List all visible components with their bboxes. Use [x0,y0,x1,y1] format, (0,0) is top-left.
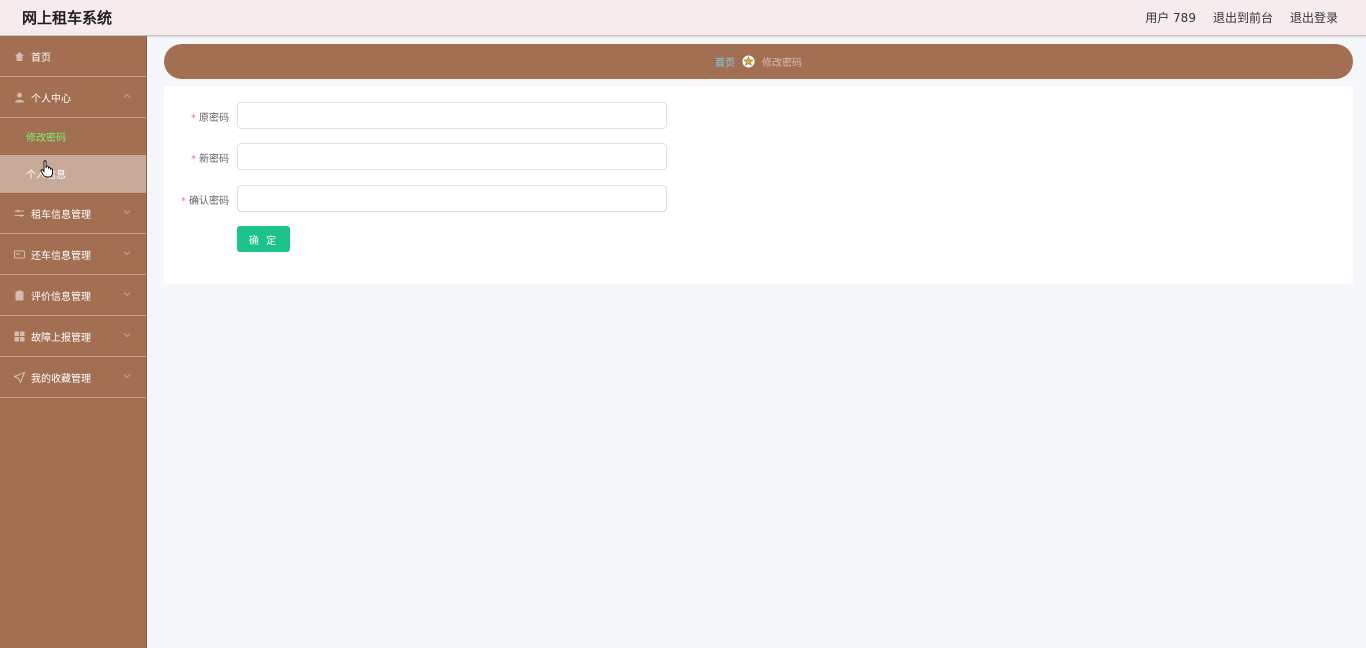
chevron-down-icon [123,210,131,215]
sidebar-item-label: 评价信息管理 [31,291,91,303]
sidebar-item-home[interactable]: 首页 [0,36,146,77]
chevron-down-icon [123,251,131,256]
confirm-password-label: * 确认密码 [181,196,229,207]
sidebar-item-label: 租车信息管理 [31,209,91,221]
sidebar-subitem-personal-info[interactable]: 个人信息 [0,155,146,192]
user-icon [14,92,25,103]
change-password-form: * 原密码 * 新密码 * 确认密码 确 定 [164,86,1353,284]
sidebar-item-label: 个人中心 [31,93,71,105]
confirm-password-row: * 确认密码 [164,185,674,212]
chevron-down-icon [123,333,131,338]
logout-link[interactable]: 退出登录 [1290,9,1338,26]
sliders-icon [14,208,25,219]
required-mark: * [181,196,186,207]
new-password-label: * 新密码 [191,154,229,165]
top-header: 网上租车系统 用户 789 退出到前台 退出登录 [0,0,1366,36]
star-icon [742,55,755,68]
chevron-down-icon [123,374,131,379]
new-password-input[interactable] [237,143,667,170]
home-icon [14,51,25,62]
sidebar-item-label: 我的收藏管理 [31,373,91,385]
exit-to-front-link[interactable]: 退出到前台 [1213,9,1273,26]
sidebar-item-label: 还车信息管理 [31,250,91,262]
confirm-button[interactable]: 确 定 [237,226,290,252]
sidebar-item-personal-center[interactable]: 个人中心 [0,77,146,118]
old-password-input[interactable] [237,102,667,129]
breadcrumb: 首页 修改密码 [164,44,1353,79]
card-icon [14,249,25,260]
sidebar-item-fault-report[interactable]: 故障上报管理 [0,316,146,357]
sidebar: 首页 个人中心 修改密码 个人信息 租车信息管理 还车信息管理 评价信息管理 [0,36,147,648]
confirm-password-input[interactable] [237,185,667,212]
header-actions: 用户 789 退出到前台 退出登录 [1145,9,1338,26]
send-icon [14,371,25,383]
breadcrumb-home-link[interactable]: 首页 [715,54,735,69]
sidebar-item-label: 首页 [31,52,51,64]
sidebar-item-favorites[interactable]: 我的收藏管理 [0,357,146,398]
chevron-up-icon [123,93,131,98]
grid-icon [14,331,25,342]
hand-cursor-icon [40,160,53,178]
personal-center-submenu: 修改密码 个人信息 [0,118,146,193]
required-mark: * [191,113,196,124]
new-password-row: * 新密码 [164,143,674,170]
old-password-row: * 原密码 [164,102,674,129]
old-password-label: * 原密码 [191,113,229,124]
sidebar-item-review-info[interactable]: 评价信息管理 [0,275,146,316]
app-title: 网上租车系统 [22,9,113,27]
sidebar-item-label: 故障上报管理 [31,332,91,344]
breadcrumb-current: 修改密码 [762,58,802,69]
chevron-down-icon [123,292,131,297]
sidebar-item-return-info[interactable]: 还车信息管理 [0,234,146,275]
clipboard-icon [14,290,25,301]
current-user-label: 用户 789 [1145,11,1196,25]
sidebar-subitem-change-password[interactable]: 修改密码 [0,118,146,155]
sidebar-item-rental-info[interactable]: 租车信息管理 [0,193,146,234]
required-mark: * [191,154,196,165]
